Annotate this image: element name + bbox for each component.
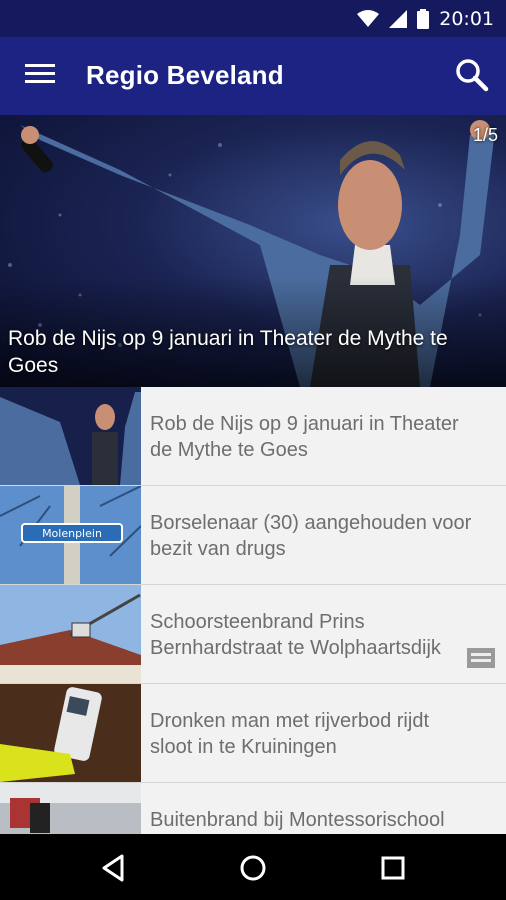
status-icons: 20:01 bbox=[357, 6, 494, 32]
news-title: Schoorsteenbrand Prins Bernhardstraat te… bbox=[150, 611, 441, 659]
slide-counter: 1/5 bbox=[472, 125, 498, 145]
sign-text: Molenplein bbox=[42, 527, 102, 540]
battery-icon bbox=[417, 9, 430, 29]
news-thumbnail bbox=[0, 387, 141, 485]
back-icon[interactable] bbox=[94, 848, 134, 888]
status-time: 20:01 bbox=[439, 8, 494, 30]
list-item[interactable]: Dronken man met rijverbod rijdt sloot in… bbox=[0, 684, 506, 783]
signal-icon bbox=[389, 10, 408, 28]
list-item[interactable]: Rob de Nijs op 9 januari in Theater de M… bbox=[0, 387, 506, 486]
navigation-bar bbox=[0, 834, 506, 900]
list-item[interactable]: Molenplein Borselenaar (30) aangehouden … bbox=[0, 486, 506, 585]
message-icon[interactable] bbox=[467, 648, 495, 668]
hamburger-menu-icon[interactable] bbox=[20, 59, 60, 93]
search-icon[interactable] bbox=[454, 57, 490, 93]
news-thumbnail bbox=[0, 783, 141, 834]
list-item[interactable]: Schoorsteenbrand Prins Bernhardstraat te… bbox=[0, 585, 506, 684]
news-thumbnail bbox=[0, 585, 141, 683]
home-icon[interactable] bbox=[233, 848, 273, 888]
app-title: Regio Beveland bbox=[86, 60, 284, 90]
news-title: Dronken man met rijverbod rijdt sloot in… bbox=[150, 710, 429, 758]
news-title: Rob de Nijs op 9 januari in Theater de M… bbox=[150, 413, 459, 461]
news-title: Buitenbrand bij Montessorischool bbox=[150, 809, 445, 831]
hero-slider[interactable]: 1/5 Rob de Nijs op 9 januari in Theater … bbox=[0, 115, 506, 387]
news-list: Rob de Nijs op 9 januari in Theater de M… bbox=[0, 387, 506, 834]
news-title: Borselenaar (30) aangehouden voor bezit … bbox=[150, 512, 472, 560]
recents-icon[interactable] bbox=[373, 848, 413, 888]
hero-caption: Rob de Nijs op 9 januari in Theater de M… bbox=[8, 327, 448, 377]
news-thumbnail bbox=[0, 684, 141, 782]
app-bar: Regio Beveland bbox=[0, 37, 506, 115]
wifi-icon bbox=[357, 10, 380, 27]
news-thumbnail: Molenplein bbox=[0, 486, 141, 584]
list-item[interactable]: Buitenbrand bij Montessorischool bbox=[0, 783, 506, 834]
status-bar: 20:01 bbox=[0, 0, 506, 37]
